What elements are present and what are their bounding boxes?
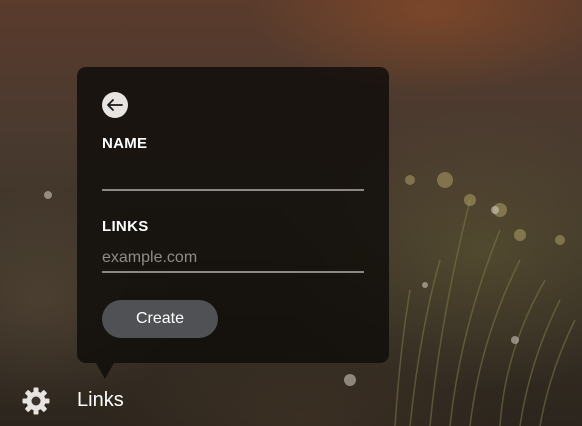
links-input[interactable] [102,245,364,273]
gear-icon[interactable] [21,386,51,416]
create-link-popup: NAME LINKS Create [77,67,389,363]
links-nav-label[interactable]: Links [77,389,124,412]
back-button[interactable] [102,92,128,118]
name-input[interactable] [102,163,364,191]
popup-pointer [96,363,114,379]
links-label: LINKS [102,218,149,235]
arrow-left-icon [107,99,123,111]
create-button[interactable]: Create [102,300,218,338]
name-label: NAME [102,135,148,152]
